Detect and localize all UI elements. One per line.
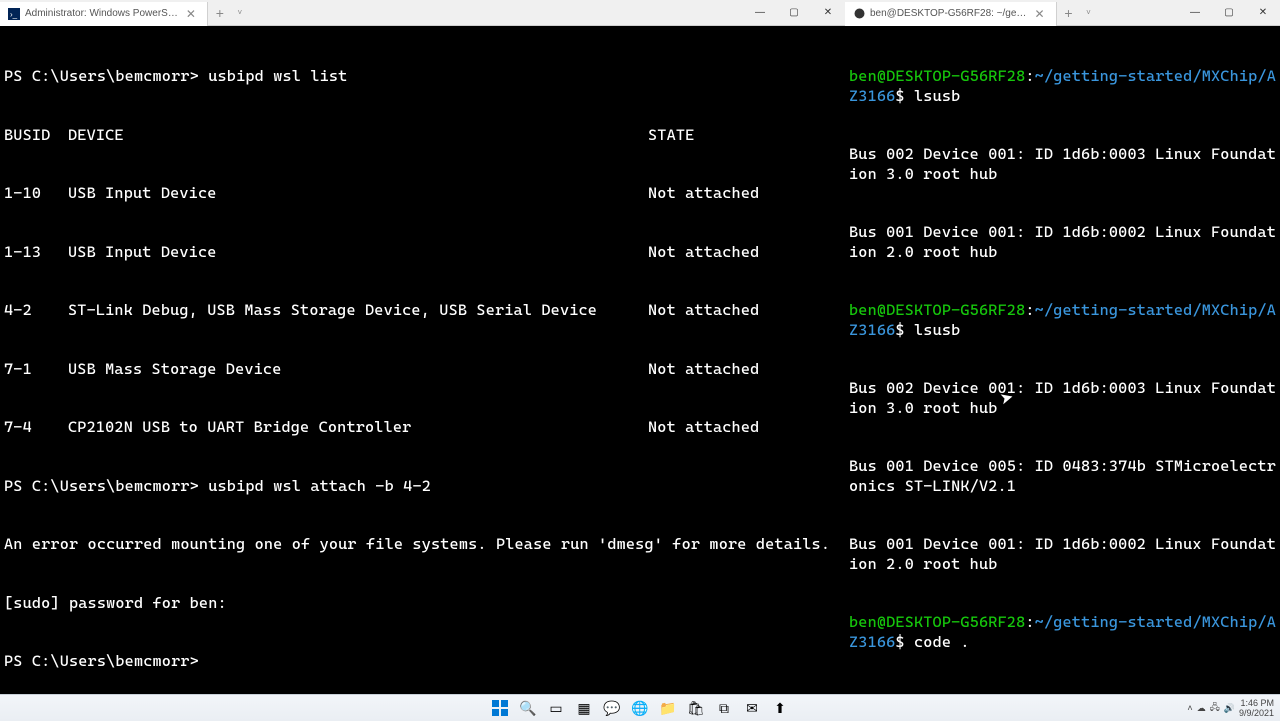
edge-icon[interactable]: 🌐 <box>629 697 651 719</box>
windows-taskbar: 🔍 ▭ ▦ 💬 🌐 📁 🛍 ⧉ ✉ ⬆ ˄ ☁ 🖧 🔊 1:46 PM 9/9/… <box>0 694 1280 721</box>
explorer-icon[interactable]: 📁 <box>657 697 679 719</box>
maximize-button[interactable]: ▢ <box>1212 0 1246 26</box>
minimize-button[interactable]: — <box>1178 0 1212 26</box>
lsusb-output: Bus 002 Device 001: ID 1d6b:0003 Linux F… <box>849 145 1276 184</box>
new-tab-button[interactable]: + <box>1057 1 1081 25</box>
ps-prompt: PS C:\Users\bemcmorr> <box>4 477 199 495</box>
bash-dollar: $ <box>895 321 904 339</box>
tab-title: Administrator: Windows PowerS… <box>25 8 178 19</box>
table-row: 1-10USB Input DeviceNot attached <box>4 184 841 204</box>
tab-powershell[interactable]: ›_ Administrator: Windows PowerS… ✕ <box>0 2 208 26</box>
bash-dollar: $ <box>895 633 904 651</box>
start-button[interactable] <box>489 697 511 719</box>
clock-time: 1:46 PM <box>1239 698 1274 708</box>
lsusb-output: Bus 002 Device 001: ID 1d6b:0003 Linux F… <box>849 379 1276 418</box>
col-busid: BUSID <box>4 126 68 146</box>
widgets-icon[interactable]: ▦ <box>573 697 595 719</box>
col-state: STATE <box>648 126 841 146</box>
bash-user: ben@DESKTOP-G56RF28 <box>849 67 1025 85</box>
store-icon[interactable]: 🛍 <box>685 697 707 719</box>
minimize-button[interactable]: — <box>743 0 777 26</box>
terminal-left[interactable]: PS C:\Users\bemcmorr> usbipd wsl list BU… <box>0 26 845 694</box>
tray-chevron-icon[interactable]: ˄ <box>1187 703 1192 713</box>
onedrive-icon[interactable]: ☁ <box>1197 703 1206 714</box>
lsusb-output: Bus 001 Device 005: ID 0483:374b STMicro… <box>849 457 1276 496</box>
svg-text:›_: ›_ <box>10 10 18 19</box>
tab-close-icon[interactable]: ✕ <box>183 7 199 21</box>
titlebar-left: ›_ Administrator: Windows PowerS… ✕ + ˅ … <box>0 0 845 26</box>
linux-icon <box>853 8 865 20</box>
table-row: 7-1USB Mass Storage DeviceNot attached <box>4 360 841 380</box>
table-row: 7-4CP2102N USB to UART Bridge Controller… <box>4 418 841 438</box>
window-controls-left: — ▢ ✕ <box>743 0 845 26</box>
cmd-code: code . <box>914 633 970 651</box>
ps-prompt: PS C:\Users\bemcmorr> <box>4 652 199 670</box>
clock-date: 9/9/2021 <box>1239 708 1274 718</box>
lsusb-output: Bus 001 Device 001: ID 1d6b:0002 Linux F… <box>849 223 1276 262</box>
table-row: 4-2ST-Link Debug, USB Mass Storage Devic… <box>4 301 841 321</box>
titlebar-right: ben@DESKTOP-G56RF28: ~/ge… ✕ + ˅ — ▢ ✕ <box>845 0 1280 26</box>
new-tab-button[interactable]: + <box>208 1 232 25</box>
powershell-icon: ›_ <box>8 8 20 20</box>
col-device: DEVICE <box>68 126 648 146</box>
task-view-icon[interactable]: ▭ <box>545 697 567 719</box>
volume-icon[interactable]: 🔊 <box>1224 703 1235 714</box>
close-button[interactable]: ✕ <box>811 0 845 26</box>
table-row: 1-13USB Input DeviceNot attached <box>4 243 841 263</box>
lsusb-output: Bus 001 Device 001: ID 1d6b:0002 Linux F… <box>849 535 1276 574</box>
terminal-right[interactable]: ben@DESKTOP-G56RF28:~/getting-started/MX… <box>845 26 1280 694</box>
maximize-button[interactable]: ▢ <box>777 0 811 26</box>
bash-user: ben@DESKTOP-G56RF28 <box>849 301 1025 319</box>
system-tray: ˄ ☁ 🖧 🔊 1:46 PM 9/9/2021 <box>1187 698 1280 718</box>
tab-dropdown-icon[interactable]: ˅ <box>1081 8 1097 17</box>
tab-dropdown-icon[interactable]: ˅ <box>232 8 248 17</box>
tab-wsl[interactable]: ben@DESKTOP-G56RF28: ~/ge… ✕ <box>845 2 1057 26</box>
wsl-window: ben@DESKTOP-G56RF28: ~/ge… ✕ + ˅ — ▢ ✕ b… <box>845 0 1280 694</box>
cmd-lsusb-2: lsusb <box>914 321 960 339</box>
taskbar-center: 🔍 ▭ ▦ 💬 🌐 📁 🛍 ⧉ ✉ ⬆ <box>489 697 791 719</box>
chat-icon[interactable]: 💬 <box>601 697 623 719</box>
cmd-usbipd-attach: usbipd wsl attach -b 4-2 <box>208 477 431 495</box>
network-icon[interactable]: 🖧 <box>1210 700 1220 716</box>
cmd-lsusb-1: lsusb <box>914 87 960 105</box>
tab-title: ben@DESKTOP-G56RF28: ~/ge… <box>870 8 1026 19</box>
sudo-prompt: [sudo] password for ben: <box>4 594 841 614</box>
tab-close-icon[interactable]: ✕ <box>1031 7 1047 21</box>
window-controls-right: — ▢ ✕ <box>1178 0 1280 26</box>
clock[interactable]: 1:46 PM 9/9/2021 <box>1239 698 1274 718</box>
powershell-window: ›_ Administrator: Windows PowerS… ✕ + ˅ … <box>0 0 845 694</box>
mail-icon[interactable]: ✉ <box>741 697 763 719</box>
app-icon[interactable]: ⬆ <box>769 697 791 719</box>
terminal-icon[interactable]: ⧉ <box>713 697 735 719</box>
search-icon[interactable]: 🔍 <box>517 697 539 719</box>
cmd-usbipd-list: usbipd wsl list <box>208 67 347 85</box>
error-output: An error occurred mounting one of your f… <box>4 535 841 555</box>
close-button[interactable]: ✕ <box>1246 0 1280 26</box>
ps-prompt: PS C:\Users\bemcmorr> <box>4 67 199 85</box>
bash-dollar: $ <box>895 87 904 105</box>
bash-user: ben@DESKTOP-G56RF28 <box>849 613 1025 631</box>
